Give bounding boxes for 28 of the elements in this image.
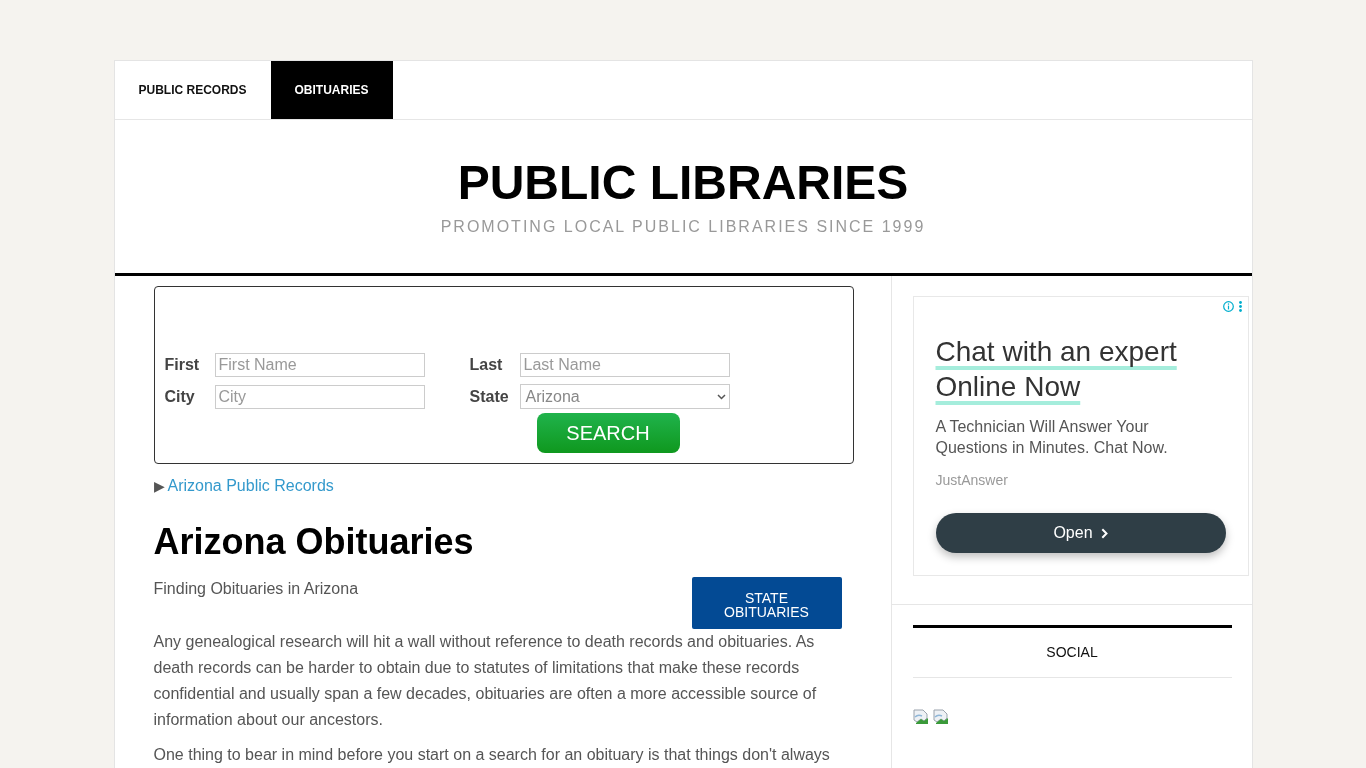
site-tagline: PROMOTING LOCAL PUBLIC LIBRARIES SINCE 1999 <box>440 217 926 237</box>
info-icon[interactable] <box>1222 301 1234 312</box>
field-label: City <box>164 387 196 406</box>
chevron-down-icon <box>716 393 726 400</box>
field-label: First <box>164 356 201 374</box>
site-title: PUBLIC LIBRARIES <box>457 155 909 211</box>
broken-image-icon[interactable] <box>932 709 949 725</box>
input-field[interactable]: First Name <box>214 353 425 377</box>
chevron-right-icon <box>1100 527 1108 539</box>
ad-description: A Technician Will Answer Your Questions in Minutes. Chat Now. <box>935 417 1169 458</box>
page-heading: Arizona Obituaries <box>153 520 475 563</box>
widget-title: SOCIAL <box>1046 644 1098 660</box>
broken-image-icon[interactable] <box>912 709 929 725</box>
subtitle-text: Finding Obituaries in Arizona <box>153 579 359 599</box>
ad-headline-link[interactable]: Chat with an expert Online Now <box>935 334 1226 404</box>
input-field[interactable]: Last Name <box>519 353 730 377</box>
ad-advertiser: JustAnswer <box>935 472 1009 489</box>
link-marker: ▶ <box>153 477 165 496</box>
state-obituaries-button[interactable]: STATE OBITUARIES <box>691 577 842 629</box>
nav-tab[interactable]: OBITUARIES <box>270 61 393 119</box>
state-select[interactable]: Arizona <box>519 384 730 409</box>
input-field[interactable]: City <box>214 384 425 409</box>
open-button[interactable]: Open <box>935 513 1226 553</box>
field-label: Last <box>469 356 504 374</box>
field-label: State <box>469 387 510 406</box>
article-paragraph: One thing to bear in mind before you start on a search for an obituary is that things don't always <box>153 745 831 765</box>
article-paragraph: Any genealogical research will hit a wall without reference to death records and obituaries. As death records can be harder to obtain due to statutes of limitations that make these records confidential and usually span a few decades, obituaries are often a more accessible source of information about our ancestors. <box>153 632 818 730</box>
more-options-icon[interactable] <box>1238 301 1242 312</box>
